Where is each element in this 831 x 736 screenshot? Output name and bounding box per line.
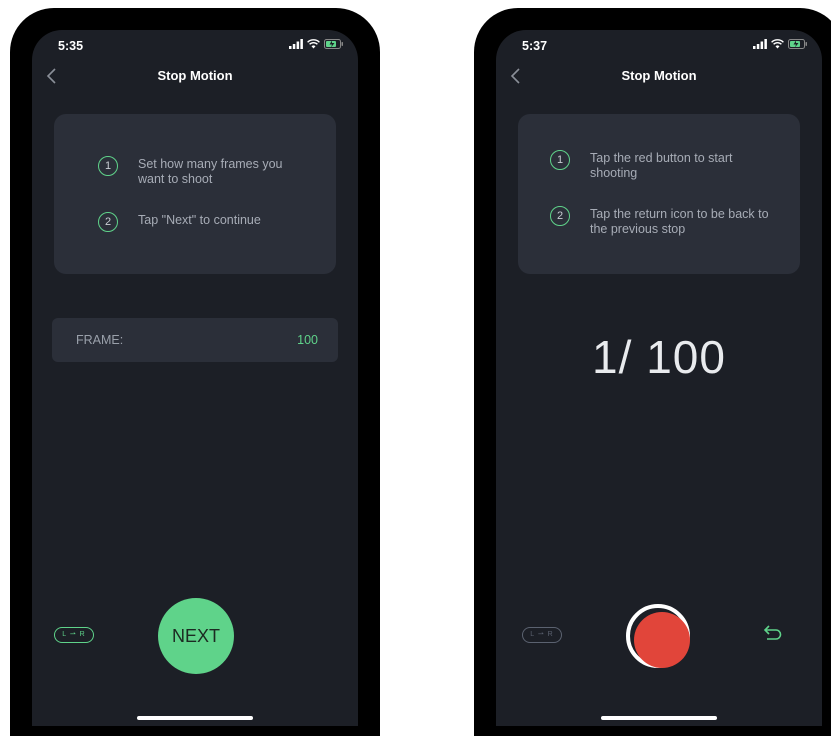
step-number: 2 [98,212,118,232]
nav-bar: Stop Motion [32,62,358,90]
battery-charging-icon [324,39,343,49]
step-text: Tap the return icon to be back to the pr… [590,207,769,236]
home-indicator [137,716,253,720]
step-number: 1 [98,156,118,176]
signal-icon [753,39,767,49]
step-number: 2 [550,206,570,226]
wifi-icon [307,39,320,49]
screen-shooting: 5:37 Stop Motion 1 Tap the red button to… [496,30,822,726]
status-icons [753,39,808,49]
home-indicator [601,716,717,720]
step-text: Set how many frames you want to shoot [138,157,283,186]
battery-charging-icon [788,39,807,49]
wifi-icon [771,39,784,49]
phone-left: 5:35 Stop Motion 1 Set how many frames y… [10,8,380,736]
instruction-step: 2 Tap "Next" to continue [98,212,336,252]
status-time: 5:37 [522,39,548,53]
step-text: Tap "Next" to continue [138,213,261,227]
status-bar: 5:37 [496,36,822,56]
step-number: 1 [550,150,570,170]
page-title: Stop Motion [621,68,697,83]
signal-icon [289,39,303,49]
instructions-card: 1 Set how many frames you want to shoot … [54,114,336,274]
phone-right: 5:37 Stop Motion 1 Tap the red button to… [474,8,831,736]
return-arrow-icon[interactable] [762,622,784,642]
frame-label: FRAME: [76,333,124,347]
status-icons [289,39,344,49]
instruction-step: 1 Set how many frames you want to shoot [98,156,336,196]
direction-toggle[interactable]: L ⇀ R [522,627,562,643]
nav-bar: Stop Motion [496,62,822,90]
frame-counter: 1/ 100 [592,331,726,383]
next-button[interactable]: NEXT [158,598,234,674]
frame-count-field[interactable]: FRAME: 100 [52,318,338,362]
direction-toggle[interactable]: L ⇀ R [54,627,94,643]
record-icon [634,612,690,668]
page-title: Stop Motion [157,68,233,83]
frame-value: 100 [297,333,318,347]
status-bar: 5:35 [32,36,358,56]
instructions-card: 1 Tap the red button to start shooting 2… [518,114,800,274]
screen-frame-setup: 5:35 Stop Motion 1 Set how many frames y… [32,30,358,726]
instruction-step: 2 Tap the return icon to be back to the … [550,206,800,246]
step-text: Tap the red button to start shooting [590,151,733,180]
status-time: 5:35 [58,39,84,53]
instruction-step: 1 Tap the red button to start shooting [550,150,800,190]
record-button[interactable] [626,604,690,668]
